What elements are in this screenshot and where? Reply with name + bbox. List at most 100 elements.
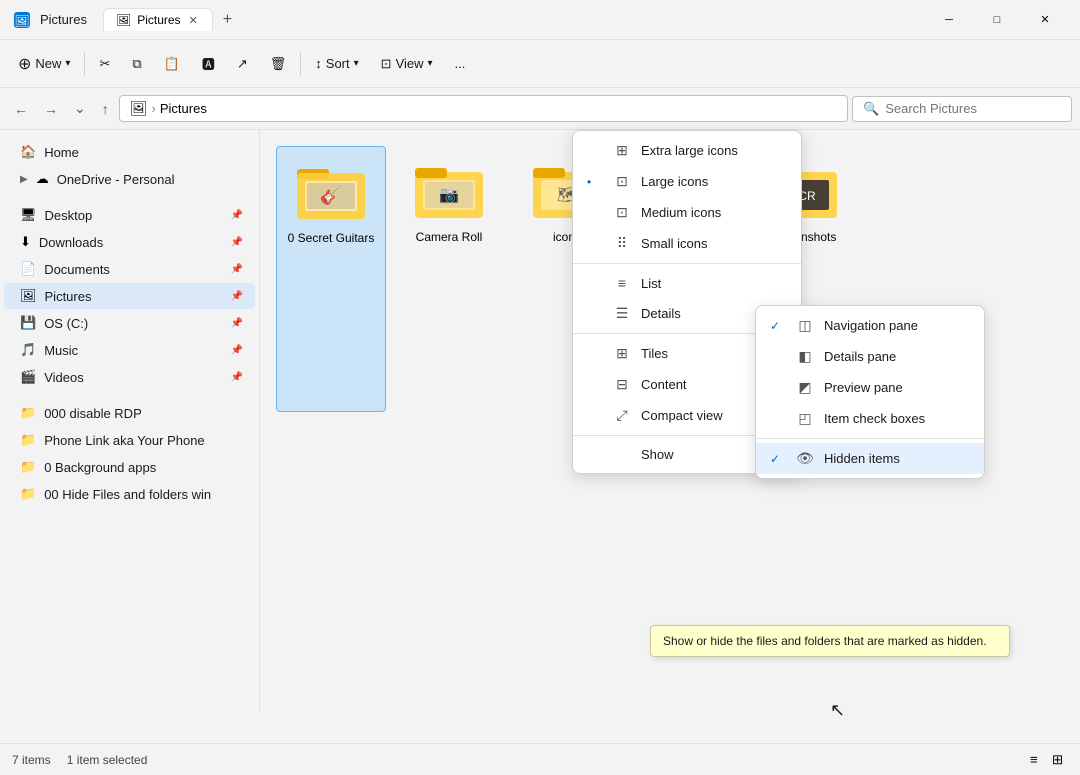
expand-icon: ▶: [20, 174, 28, 185]
sidebar-item-music[interactable]: 🎵 Music 📌: [4, 337, 255, 363]
extra-large-icon: ⊞: [613, 142, 631, 159]
forward-button[interactable]: →: [38, 97, 64, 121]
osc-icon: 💾: [20, 315, 36, 331]
status-info: 7 items 1 item selected: [12, 753, 147, 767]
menu-item-preview-pane[interactable]: ◩ Preview pane: [756, 372, 984, 403]
status-bar: 7 items 1 item selected ≡ ⊞: [0, 743, 1080, 775]
window-controls: ─ □ ✕: [926, 4, 1068, 36]
sidebar-item-bgapps[interactable]: 📁 0 Background apps: [4, 454, 255, 480]
menu-item-label: Preview pane: [824, 380, 970, 395]
pin-icon: 📌: [231, 318, 243, 329]
menu-item-extra-large[interactable]: ⊞ Extra large icons: [573, 135, 801, 166]
maximize-button[interactable]: □: [974, 4, 1020, 36]
search-input[interactable]: [885, 101, 1061, 116]
new-tab-button[interactable]: +: [217, 11, 238, 29]
menu-item-details-pane[interactable]: ◧ Details pane: [756, 341, 984, 372]
copy-button[interactable]: ⧉: [122, 50, 151, 78]
view-button[interactable]: ⊡ View ▾: [371, 50, 443, 78]
sidebar-item-home[interactable]: 🏠 Home: [4, 139, 255, 165]
new-button[interactable]: ⊕ New ▾: [8, 48, 80, 80]
sort-icon: ↕: [315, 56, 322, 71]
sidebar-item-downloads[interactable]: ⬇ Downloads 📌: [4, 229, 255, 255]
pin-icon: 📌: [231, 237, 243, 248]
menu-item-list[interactable]: ≡ List: [573, 268, 801, 298]
hidden-items-icon: 👁: [796, 450, 814, 467]
pin-icon: 📌: [231, 291, 243, 302]
details-pane-icon: ◧: [796, 348, 814, 365]
sidebar-item-documents[interactable]: 📄 Documents 📌: [4, 256, 255, 282]
menu-item-small[interactable]: ⠿ Small icons: [573, 228, 801, 259]
check-icon: ✓: [770, 452, 786, 466]
rename-button[interactable]: 🅰: [192, 48, 225, 79]
medium-icon: ⊡: [613, 204, 631, 221]
recent-locations-button[interactable]: ⌄: [68, 96, 92, 121]
file-name: 0 Secret Guitars: [288, 231, 375, 245]
sort-button[interactable]: ↕ Sort ▾: [305, 50, 368, 77]
check-icon: •: [587, 175, 603, 189]
menu-item-label: Small icons: [641, 236, 787, 251]
new-chevron-icon: ▾: [65, 58, 70, 69]
sidebar-item-phonelink[interactable]: 📁 Phone Link aka Your Phone: [4, 427, 255, 453]
menu-item-hidden-items[interactable]: ✓ 👁 Hidden items: [756, 443, 984, 474]
copy-icon: ⧉: [132, 56, 141, 72]
pin-icon: 📌: [231, 345, 243, 356]
sidebar-item-label: OneDrive - Personal: [57, 172, 243, 187]
cut-button[interactable]: ✂: [89, 50, 120, 78]
view-chevron-icon: ▾: [428, 58, 433, 69]
pin-icon: 📌: [231, 372, 243, 383]
downloads-icon: ⬇: [20, 234, 31, 250]
sidebar-item-videos[interactable]: 🎬 Videos 📌: [4, 364, 255, 390]
grid-view-button[interactable]: ⊞: [1047, 749, 1068, 771]
file-item[interactable]: 📷 Camera Roll: [394, 146, 504, 412]
menu-item-medium[interactable]: ⊡ Medium icons: [573, 197, 801, 228]
show-submenu: ✓ ◫ Navigation pane ◧ Details pane ◩ Pre…: [755, 305, 985, 479]
new-icon: ⊕: [18, 54, 31, 74]
folder-icon: 📁: [20, 432, 36, 448]
sidebar-item-label: 00 Hide Files and folders win: [44, 487, 243, 502]
sidebar-item-desktop[interactable]: 🖥 Desktop 📌: [4, 202, 255, 228]
more-button[interactable]: ...: [445, 50, 476, 77]
sidebar-item-label: Music: [44, 343, 222, 358]
up-button[interactable]: ↑: [96, 97, 115, 121]
sidebar-item-hidefiles[interactable]: 📁 00 Hide Files and folders win: [4, 481, 255, 507]
tab-close-button[interactable]: ✕: [187, 14, 200, 27]
nav-pane-icon: ◫: [796, 317, 814, 334]
menu-item-label: Hidden items: [824, 451, 970, 466]
breadcrumb[interactable]: 🖼 › Pictures: [119, 95, 848, 122]
svg-text:🖼: 🖼: [14, 14, 29, 28]
sidebar-item-rdp[interactable]: 📁 000 disable RDP: [4, 400, 255, 426]
breadcrumb-path: Pictures: [160, 101, 207, 116]
sidebar-item-onedrive[interactable]: ▶ ☁ OneDrive - Personal: [4, 166, 255, 192]
folder-svg: 🎸: [295, 159, 367, 223]
menu-item-label: Extra large icons: [641, 143, 787, 158]
search-box[interactable]: 🔍: [852, 96, 1072, 122]
tab-pictures[interactable]: 🖼 Pictures ✕: [103, 8, 213, 31]
delete-button[interactable]: 🗑: [260, 50, 297, 78]
list-view-button[interactable]: ≡: [1025, 749, 1043, 771]
share-button[interactable]: ↗: [227, 50, 258, 78]
sidebar-item-osc[interactable]: 💾 OS (C:) 📌: [4, 310, 255, 336]
file-item[interactable]: 🎸 0 Secret Guitars: [276, 146, 386, 412]
menu-item-item-checkboxes[interactable]: ◰ Item check boxes: [756, 403, 984, 434]
back-button[interactable]: ←: [8, 97, 34, 121]
menu-item-label: List: [641, 276, 787, 291]
onedrive-icon: ☁: [36, 171, 49, 187]
sort-label: Sort: [326, 56, 350, 71]
title-bar-left: 🖼 Pictures: [12, 10, 87, 30]
minimize-button[interactable]: ─: [926, 4, 972, 36]
folder-icon: 📁: [20, 459, 36, 475]
more-label: ...: [455, 56, 466, 71]
svg-text:📷: 📷: [439, 187, 459, 204]
sidebar-item-label: 000 disable RDP: [44, 406, 243, 421]
close-button[interactable]: ✕: [1022, 4, 1068, 36]
menu-item-large[interactable]: • ⊡ Large icons: [573, 166, 801, 197]
paste-button[interactable]: 📋: [154, 50, 190, 78]
checkboxes-icon: ◰: [796, 410, 814, 427]
folder-icon: 📁: [20, 405, 36, 421]
tooltip: Show or hide the files and folders that …: [650, 625, 1010, 657]
sidebar-item-pictures[interactable]: 🖼 Pictures 📌: [4, 283, 255, 309]
menu-item-nav-pane[interactable]: ✓ ◫ Navigation pane: [756, 310, 984, 341]
menu-item-label: Item check boxes: [824, 411, 970, 426]
home-icon: 🏠: [20, 144, 36, 160]
list-icon: ≡: [613, 275, 631, 291]
